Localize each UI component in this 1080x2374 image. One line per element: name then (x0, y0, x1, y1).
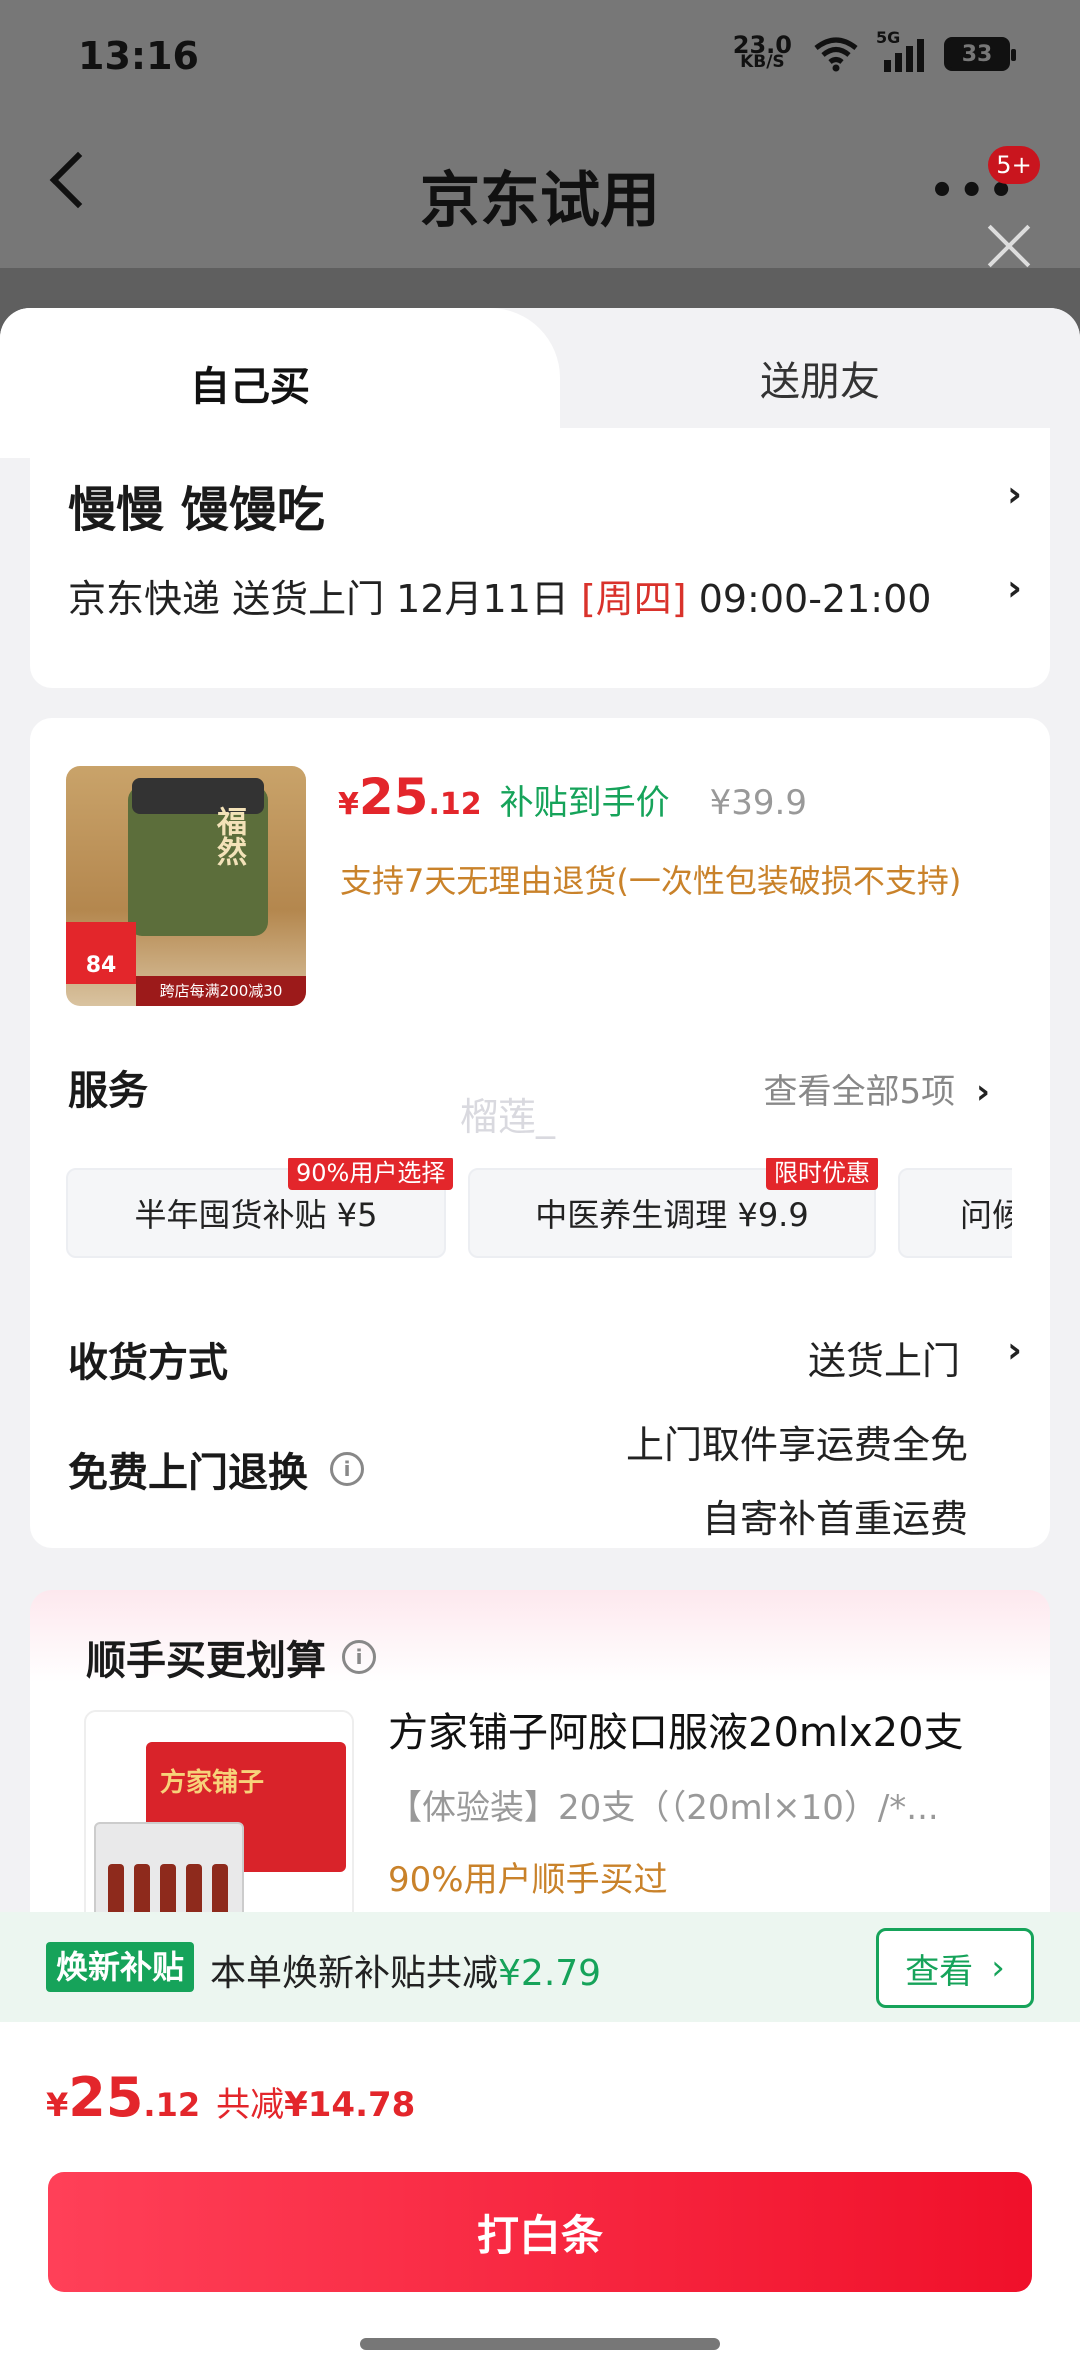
free-return-row: 免费上门退换 i (68, 1440, 364, 1498)
delivery-weekday: [周四] (580, 577, 687, 621)
addon-title: 顺手买更划算 (86, 1638, 326, 1684)
address-card[interactable]: 慢慢 馒馒吃 › 京东快递 送货上门 12月11日 [周四] 09:00-21:… (30, 428, 1050, 688)
thumbnail-brand: 福然 (211, 806, 246, 866)
delivery-window: 09:00-21:00 (686, 577, 932, 621)
pay-with-baitiao-button[interactable]: 打白条 (48, 2172, 1032, 2292)
services-title: 服务 (68, 1068, 148, 1114)
battery-icon: 33 (944, 37, 1016, 71)
top-overlay: 13:16 23.0 KB/S 5G 33 京东试用 ••• 5+ (0, 0, 1080, 268)
receiver-name: 慢慢 馒馒吃 (68, 482, 325, 538)
subsidy-tag: 焕新补贴 (46, 1942, 195, 1992)
purchase-tabs: 自己买 送朋友 (0, 308, 1080, 458)
addon-popularity-note: 90%用户顺手买过 (388, 1860, 668, 1900)
info-icon[interactable]: i (342, 1640, 376, 1674)
subsidy-amount: ¥2.79 (498, 1953, 602, 1994)
network-speed: 23.0 KB/S (733, 33, 792, 72)
total-saved: 共减¥14.78 (216, 2077, 415, 2126)
receive-method-value[interactable]: 送货上门 (808, 1330, 960, 1385)
service-badge: 90%用户选择 (288, 1158, 454, 1190)
total-integer: 25 (68, 2066, 144, 2129)
price-integer: 25 (358, 768, 429, 826)
price-row: ¥25.12 补贴到手价 ¥39.9 (338, 768, 807, 826)
cellular-signal-icon: 5G (876, 28, 924, 72)
service-option-greeting[interactable]: 问候 (898, 1168, 1012, 1258)
view-all-services-link[interactable]: 查看全部5项 › (764, 1064, 990, 1113)
product-card: 福然 84 跨店每满200减30 ¥25.12 补贴到手价 ¥39.9 支持7天… (30, 718, 1050, 1548)
info-icon[interactable]: i (330, 1452, 364, 1486)
saved-amount: ¥14.78 (284, 2085, 416, 2125)
view-subsidy-button[interactable]: 查看 › (876, 1928, 1034, 2008)
addon-product-spec[interactable]: 【体验装】20支（（20ml×10）/*... (388, 1780, 939, 1829)
status-time: 13:16 (78, 34, 199, 78)
return-selfship-note: 自寄补首重运费 (701, 1497, 968, 1541)
checkout-bar: ¥ 25 .12 共减¥14.78 打白条 (0, 2022, 1080, 2374)
wifi-icon (814, 37, 858, 72)
battery-level: 33 (961, 41, 993, 67)
service-option-label: 半年囤货补贴 ¥5 (134, 1196, 378, 1234)
subsidy-text: 本单焕新补贴共减 (210, 1953, 499, 1994)
thumbnail-promo-strip: 跨店每满200减30 (136, 976, 306, 1006)
tab-gift-to-friend[interactable]: 送朋友 (560, 308, 1080, 448)
total-decimal: .12 (143, 2086, 201, 2124)
refund-policy: 支持7天无理由退货(一次性包装破损不支持) (340, 862, 962, 900)
status-icons: 23.0 KB/S 5G 33 (733, 28, 1016, 72)
subsidy-bar: 焕新补贴 本单焕新补贴共减¥2.79 查看 › (0, 1912, 1080, 2022)
chevron-right-icon: › (1007, 568, 1022, 609)
return-pickup-note: 上门取件享运费全免 (625, 1423, 968, 1467)
chevron-right-icon: › (991, 1948, 1005, 1988)
delivery-schedule[interactable]: 京东快递 送货上门 12月11日 [周四] 09:00-21:00 (68, 568, 931, 623)
thumbnail-price-tag: 84 (66, 922, 136, 984)
checkout-sheet: 自己买 送朋友 慢慢 馒馒吃 › 京东快递 送货上门 12月11日 [周四] 0… (0, 308, 1080, 2374)
delivery-service: 京东快递 送货上门 12月11日 (68, 577, 581, 621)
chevron-right-icon: › (975, 1072, 990, 1112)
chevron-right-icon: › (1007, 474, 1022, 515)
price-symbol: ¥ (338, 787, 359, 822)
saved-label: 共减 (216, 2085, 285, 2125)
box-label: 方家铺子 (160, 1768, 265, 1798)
view-all-services-label: 查看全部5项 (763, 1072, 956, 1112)
service-option-label: 问候 (960, 1196, 1012, 1234)
total-symbol: ¥ (46, 2086, 69, 2124)
signal-type: 5G (876, 28, 901, 47)
service-options: 半年囤货补贴 ¥5 90%用户选择 中医养生调理 ¥9.9 限时优惠 问候 (66, 1158, 1012, 1258)
receive-method-title: 收货方式 (68, 1340, 228, 1386)
home-indicator[interactable] (360, 2338, 720, 2350)
total-price: ¥ 25 .12 共减¥14.78 (46, 2066, 415, 2129)
view-subsidy-label: 查看 (905, 1951, 974, 1992)
addon-product-name[interactable]: 方家铺子阿胶口服液20mlx20支 (388, 1700, 964, 1758)
addon-header: 顺手买更划算 i (86, 1628, 376, 1686)
original-price: ¥39.9 (709, 783, 807, 823)
subsidy-label: 补贴到手价 (499, 783, 670, 823)
user-watermark: 榴莲_ (460, 1095, 556, 1139)
network-speed-unit: KB/S (740, 52, 785, 72)
subsidy-price: ¥25.12 (338, 768, 482, 826)
free-return-title: 免费上门退换 (68, 1450, 308, 1496)
price-decimal: .12 (428, 787, 482, 822)
chevron-right-icon: › (1007, 1330, 1022, 1371)
page-title: 京东试用 (420, 166, 660, 236)
service-option-label: 中医养生调理 ¥9.9 (535, 1196, 809, 1234)
message-count-badge: 5+ (988, 146, 1040, 184)
close-sheet-icon[interactable] (986, 222, 1032, 268)
service-badge: 限时优惠 (766, 1158, 878, 1190)
product-thumbnail[interactable]: 福然 84 跨店每满200减30 (66, 766, 306, 1006)
subsidy-summary: 本单焕新补贴共减¥2.79 (210, 1944, 601, 1996)
